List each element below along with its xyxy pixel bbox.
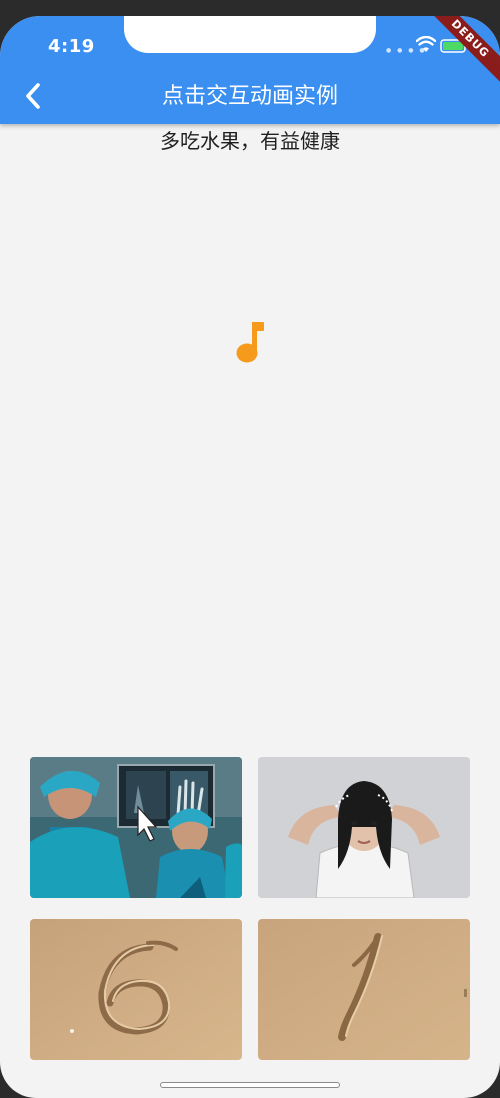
- home-indicator[interactable]: [160, 1082, 340, 1088]
- image-tile-sand-one[interactable]: [258, 919, 470, 1060]
- doctors-xray-image: [30, 757, 242, 898]
- status-time: 4:19: [48, 36, 95, 57]
- app-bar: 4:19 ● ● ● ● DEBUG 点击交互动画实例: [0, 16, 500, 124]
- image-tile-doctors[interactable]: [30, 757, 242, 898]
- music-note-icon[interactable]: [235, 320, 267, 364]
- page-title: 点击交互动画实例: [161, 84, 338, 109]
- sand-number-1-image: [258, 919, 470, 1060]
- screen: 4:19 ● ● ● ● DEBUG 点击交互动画实例 多吃水果，有益健康: [0, 16, 500, 1098]
- sand-number-6-image: [30, 919, 242, 1060]
- image-tile-sand-six[interactable]: [30, 919, 242, 1060]
- device-notch: [124, 16, 376, 53]
- wifi-icon: [416, 36, 436, 52]
- subtitle-text: 多吃水果，有益健康: [160, 129, 340, 153]
- device-frame: 4:19 ● ● ● ● DEBUG 点击交互动画实例 多吃水果，有益健康: [0, 0, 500, 1098]
- woman-hands-on-head-image: [258, 757, 470, 898]
- image-tile-woman[interactable]: [258, 757, 470, 898]
